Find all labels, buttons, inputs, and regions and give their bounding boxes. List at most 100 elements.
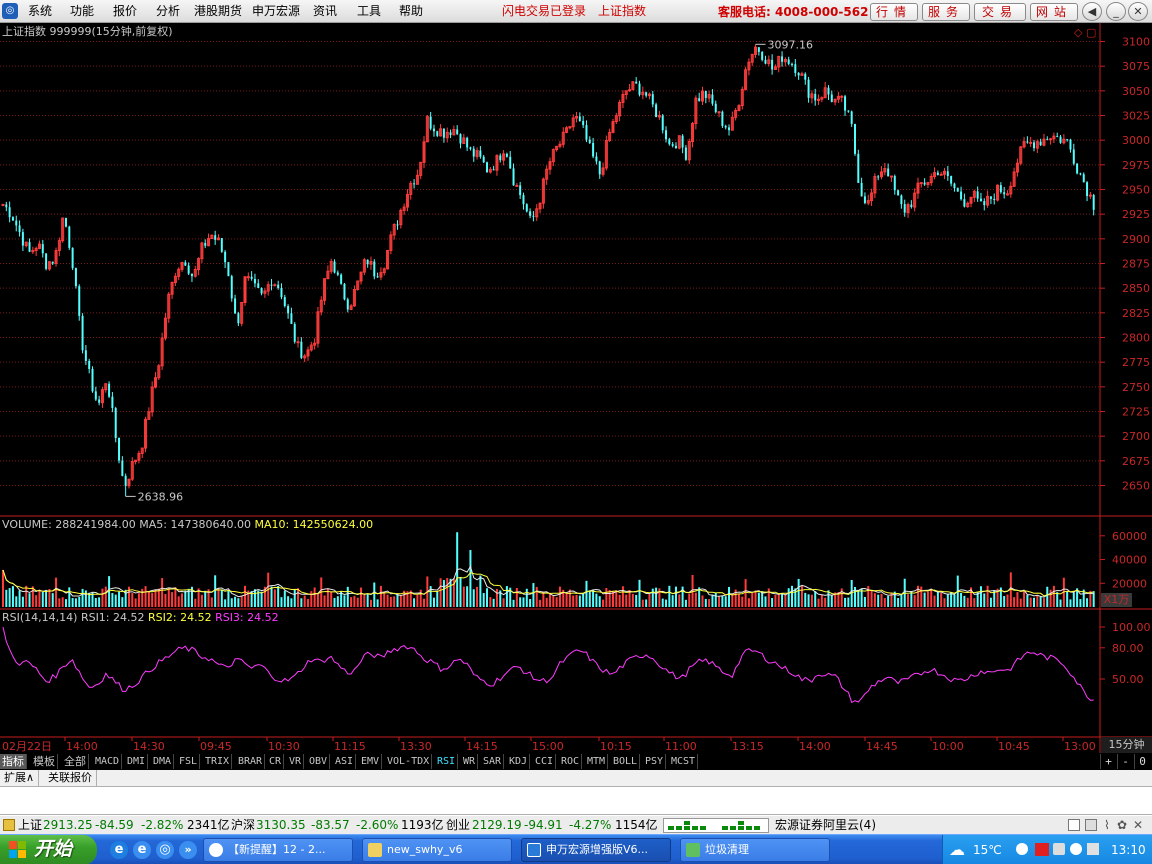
tab-brar[interactable]: BRAR (236, 754, 266, 769)
market-button[interactable]: 行情 (870, 3, 918, 21)
task-trading-app[interactable]: 申万宏源增强版V6... (521, 838, 671, 862)
layout-icon[interactable] (1085, 819, 1097, 831)
tab-dma[interactable]: DMA (151, 754, 175, 769)
tab-kdj[interactable]: KDJ (507, 754, 531, 769)
minimize-icon[interactable]: _ (1106, 2, 1126, 21)
tab-dmi[interactable]: DMI (125, 754, 149, 769)
volume-bar (1086, 598, 1089, 607)
time-tick-label: 15:00 (532, 740, 564, 753)
menu-quote[interactable]: 报价 (113, 3, 137, 19)
task-browser[interactable]: 【新提醒】12 - 2... (203, 838, 353, 862)
tab-sar[interactable]: SAR (481, 754, 505, 769)
period-selector[interactable]: 15分钟 (1101, 737, 1152, 753)
candle-body (5, 204, 8, 208)
volume-bar (280, 597, 283, 607)
volume-bar (1059, 599, 1062, 607)
task-label: 申万宏源增强版V6... (546, 843, 649, 856)
chart-options-icon[interactable]: ◇ ▢ (1074, 26, 1096, 39)
ie2-icon[interactable]: e (133, 841, 151, 859)
volume-bar (814, 591, 817, 607)
start-button[interactable]: 开始 (0, 835, 97, 864)
server-name[interactable]: 宏源证券阿里云(4) (775, 816, 876, 834)
tray-app-icon[interactable] (1053, 843, 1065, 855)
volume-bar (771, 598, 774, 607)
close-panel-icon[interactable]: ✕ (1133, 816, 1143, 834)
trade-button[interactable]: 交易 (974, 3, 1026, 21)
website-button[interactable]: 网站 (1030, 3, 1078, 21)
flash-trade-link[interactable]: 闪电交易已登录 (502, 3, 586, 19)
security-icon[interactable] (1087, 843, 1099, 855)
tab-cci[interactable]: CCI (533, 754, 557, 769)
task-folder[interactable]: new_swhy_v6 (362, 838, 512, 862)
close-icon[interactable]: ✕ (1128, 2, 1148, 21)
tab-psy[interactable]: PSY (643, 754, 667, 769)
menu-news[interactable]: 资讯 (313, 3, 337, 19)
candle-body (771, 59, 774, 70)
menu-help[interactable]: 帮助 (399, 3, 423, 19)
volume-bar (800, 585, 803, 607)
ie-icon[interactable]: e (110, 841, 128, 859)
time-tick-label: 13:30 (400, 740, 432, 753)
volume-bar (396, 593, 399, 607)
related-quotes-tab[interactable]: 关联报价 (44, 770, 97, 786)
tab-roc[interactable]: ROC (559, 754, 583, 769)
menu-tools[interactable]: 工具 (357, 3, 381, 19)
volume-bar (787, 588, 790, 607)
candle-body (469, 147, 472, 149)
tab-fsl[interactable]: FSL (177, 754, 201, 769)
tab-asi[interactable]: ASI (333, 754, 357, 769)
tab-all[interactable]: 全部 (62, 754, 89, 769)
arrow-icon[interactable] (1016, 843, 1028, 855)
tab-vr[interactable]: VR (287, 754, 305, 769)
more-icon[interactable]: » (179, 841, 197, 859)
tab-templates[interactable]: 模板 (31, 754, 58, 769)
candle-body (91, 368, 94, 392)
volume-bar (804, 592, 807, 607)
menu-hk-futures[interactable]: 港股期货 (194, 3, 242, 19)
menu-system[interactable]: 系统 (28, 3, 52, 19)
candle-body (333, 261, 336, 273)
candle-body (1086, 182, 1089, 197)
tab-rsi[interactable]: RSI (435, 754, 459, 769)
tab-indicators[interactable]: 指标 (0, 754, 27, 769)
tab-emv[interactable]: EMV (359, 754, 383, 769)
candle-body (515, 184, 519, 187)
tab-macd[interactable]: MACD (93, 754, 123, 769)
service-button[interactable]: 服务 (922, 3, 970, 21)
tab-boll[interactable]: BOLL (611, 754, 641, 769)
tab-obv[interactable]: OBV (307, 754, 331, 769)
volume-bar (671, 595, 674, 607)
price-tick-label: 3100 (1122, 36, 1150, 49)
tab-cr[interactable]: CR (267, 754, 285, 769)
menu-function[interactable]: 功能 (70, 3, 94, 19)
qq-icon[interactable] (1070, 843, 1082, 855)
window-icon[interactable] (1068, 819, 1080, 831)
candle-body (300, 341, 303, 358)
settings-icon[interactable]: ✿ (1117, 816, 1127, 834)
expand-toggle[interactable]: 扩展∧ (0, 770, 40, 786)
candle-body (757, 47, 760, 52)
volume-bar (244, 585, 247, 607)
back-icon[interactable]: ◀ (1082, 2, 1102, 21)
zoom-out-button[interactable]: - (1117, 754, 1133, 769)
index-link[interactable]: 上证指数 (598, 3, 646, 19)
reset-button[interactable]: 0 (1134, 754, 1150, 769)
volume-bar (383, 592, 386, 607)
zoom-in-button[interactable]: + (1100, 754, 1116, 769)
tab-wr[interactable]: WR (461, 754, 479, 769)
candle-body (1069, 139, 1072, 150)
volume-bar (360, 587, 363, 607)
menu-analysis[interactable]: 分析 (156, 3, 180, 19)
volume-bar (1036, 595, 1039, 607)
candle-body (588, 139, 591, 143)
tab-vol-tdx[interactable]: VOL-TDX (385, 754, 433, 769)
task-cleaner[interactable]: 垃圾清理 (680, 838, 830, 862)
candle-body (853, 123, 856, 154)
menu-shenwan[interactable]: 申万宏源 (252, 3, 300, 19)
tab-mcst[interactable]: MCST (669, 754, 699, 769)
tab-trix[interactable]: TRIX (203, 754, 233, 769)
volume-bar (711, 594, 714, 607)
browser-icon[interactable]: ◎ (156, 841, 174, 859)
volume-bar (1042, 598, 1045, 607)
tab-mtm[interactable]: MTM (585, 754, 609, 769)
